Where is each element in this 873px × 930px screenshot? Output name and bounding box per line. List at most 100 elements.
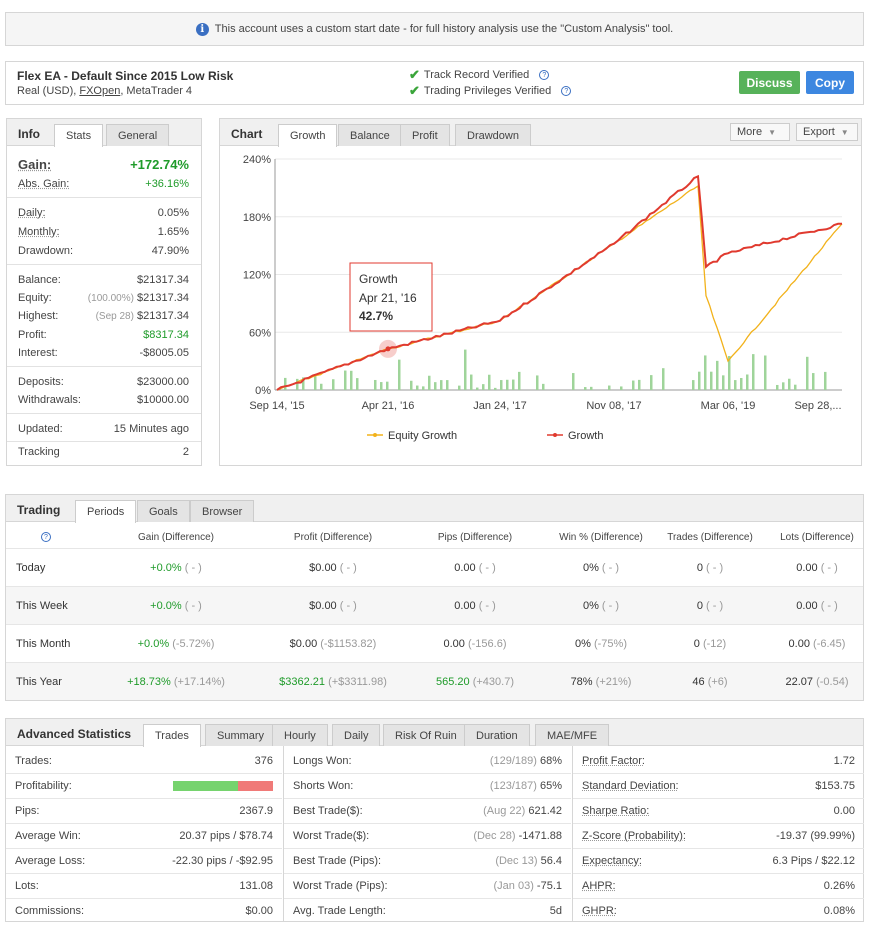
tab-balance[interactable]: Balance (338, 124, 402, 146)
y-tick-label: 60% (249, 327, 271, 339)
stat-label[interactable]: GHPR: (582, 905, 617, 917)
tab-profit[interactable]: Profit (400, 124, 450, 146)
activity-bar (464, 349, 467, 390)
activity-bar (632, 380, 635, 390)
stat-row: Trades: 376 (6, 748, 282, 773)
tab-mae-mfe[interactable]: MAE/MFE (535, 724, 610, 746)
stat-label: Commissions: (15, 905, 85, 917)
activity-bar (398, 359, 401, 390)
legend-equity-growth[interactable]: Equity Growth (367, 430, 457, 442)
tab-risk-of-ruin[interactable]: Risk Of Ruin (383, 724, 469, 746)
discuss-button[interactable]: Discuss (739, 71, 800, 94)
cell-difference: (+17.14%) (173, 675, 225, 688)
period-cell: 0.00 ( - ) (454, 562, 496, 574)
activity-bar (446, 380, 449, 390)
notice-bar: i This account uses a custom start date … (5, 12, 864, 46)
tab-daily[interactable]: Daily (332, 724, 381, 746)
activity-bar (806, 356, 809, 390)
activity-bar (584, 387, 587, 390)
help-icon[interactable]: ? (561, 86, 572, 96)
tab-hourly[interactable]: Hourly (272, 724, 328, 746)
growth-chart[interactable]: 0% 60% 120% 180% 240% Sep 14, '15 Apr 21, '16 J… (220, 147, 861, 465)
copy-button[interactable]: Copy (806, 71, 854, 94)
stat-value-wrap: (Dec 13) 56.4 (495, 855, 562, 867)
activity-bar (356, 378, 359, 390)
cell-difference: (-12) (702, 637, 727, 650)
tab-drawdown[interactable]: Drawdown (455, 124, 531, 146)
cell-difference: (-75%) (593, 637, 627, 650)
tab-goals[interactable]: Goals (137, 500, 190, 522)
cell-value: 0% (575, 637, 591, 650)
tab-trades[interactable]: Trades (143, 724, 201, 747)
period-cell: 78% (+21%) (571, 676, 632, 688)
stat-label[interactable]: Standard Deviation: (582, 780, 679, 792)
activity-bar (722, 375, 725, 390)
cell-difference: (-6.45) (813, 637, 846, 650)
check-icon: ✔ (409, 67, 420, 82)
tooltip-series: Growth (359, 272, 398, 286)
chevron-down-icon: ▼ (768, 127, 776, 137)
tab-duration[interactable]: Duration (464, 724, 530, 746)
y-tick-label: 0% (255, 385, 271, 397)
y-tick-label: 180% (243, 212, 271, 224)
activity-bar (494, 387, 497, 390)
y-tick-label: 240% (243, 154, 271, 166)
stat-label[interactable]: Profit Factor: (582, 755, 645, 767)
stat-value: 68% (539, 754, 562, 767)
stat-label: Lots: (15, 880, 39, 892)
activity-bar (506, 379, 509, 390)
cell-value: 78% (570, 675, 593, 688)
y-tick-label: 120% (243, 270, 271, 282)
stat-label[interactable]: Sharpe Ratio: (582, 805, 649, 817)
period-cell: 0.00 (-156.6) (443, 638, 506, 650)
activity-bar (458, 385, 461, 390)
tab-periods[interactable]: Periods (75, 500, 137, 523)
stat-label[interactable]: Z-Score (Probability): (582, 830, 686, 842)
cell-value: 46 (692, 675, 705, 688)
activity-bar (500, 380, 503, 390)
cell-difference: ( - ) (478, 561, 496, 574)
abs-gain-row: Abs. Gain: +36.16% (18, 178, 189, 190)
tab-stats[interactable]: Stats (54, 124, 104, 147)
profitability-win (173, 781, 238, 791)
column-header: Profit (Difference) (293, 532, 373, 543)
period-cell: 0 ( - ) (697, 600, 723, 612)
chart-title: Chart (231, 127, 263, 141)
cell-value: 0.00 (796, 561, 818, 574)
stat-value: -19.37 (99.99%) (776, 830, 855, 842)
cell-difference: ( - ) (820, 599, 838, 612)
activity-bar (824, 371, 827, 390)
stat-label: Worst Trade (Pips): (293, 880, 388, 892)
stat-value: -1471.88 (518, 830, 562, 842)
stat-value: 0.00 (833, 805, 855, 817)
cell-difference: (-0.54) (816, 675, 849, 688)
profitability-loss (238, 781, 273, 791)
tab-summary[interactable]: Summary (205, 724, 277, 746)
tab-browser[interactable]: Browser (190, 500, 255, 522)
export-dropdown[interactable]: Export ▼ (796, 123, 858, 141)
stat-value: 2367.9 (239, 805, 273, 817)
stat-label[interactable]: AHPR: (582, 880, 616, 892)
legend-label: Growth (568, 430, 603, 442)
stat-label[interactable]: Expectancy: (582, 855, 642, 867)
broker-link[interactable]: FXOpen (79, 85, 120, 97)
activity-bar (710, 371, 713, 390)
activity-bar (518, 371, 521, 390)
trading-privileges-verified: ✔ Trading Privileges Verified ? (409, 83, 572, 99)
tab-growth[interactable]: Growth (278, 124, 338, 147)
activity-bar (638, 379, 641, 390)
help-icon[interactable]: ? (41, 532, 51, 542)
stat-row: Profit Factor: 1.72 (573, 748, 864, 773)
legend-growth[interactable]: Growth (547, 430, 603, 442)
stat-label: Best Trade (Pips): (293, 855, 382, 867)
help-icon[interactable]: ? (539, 70, 550, 80)
more-dropdown[interactable]: More ▼ (730, 123, 790, 141)
drawdown-row: Drawdown: 47.90% (18, 245, 189, 257)
stat-value: 376 (254, 754, 273, 767)
column-header: Gain (Difference) (138, 532, 214, 543)
activity-bar (434, 382, 437, 390)
period-cell: $0.00 (-$1153.82) (290, 638, 377, 650)
stat-label: Avg. Trade Length: (293, 905, 386, 917)
tab-general[interactable]: General (106, 124, 170, 146)
activity-bar (716, 360, 719, 390)
